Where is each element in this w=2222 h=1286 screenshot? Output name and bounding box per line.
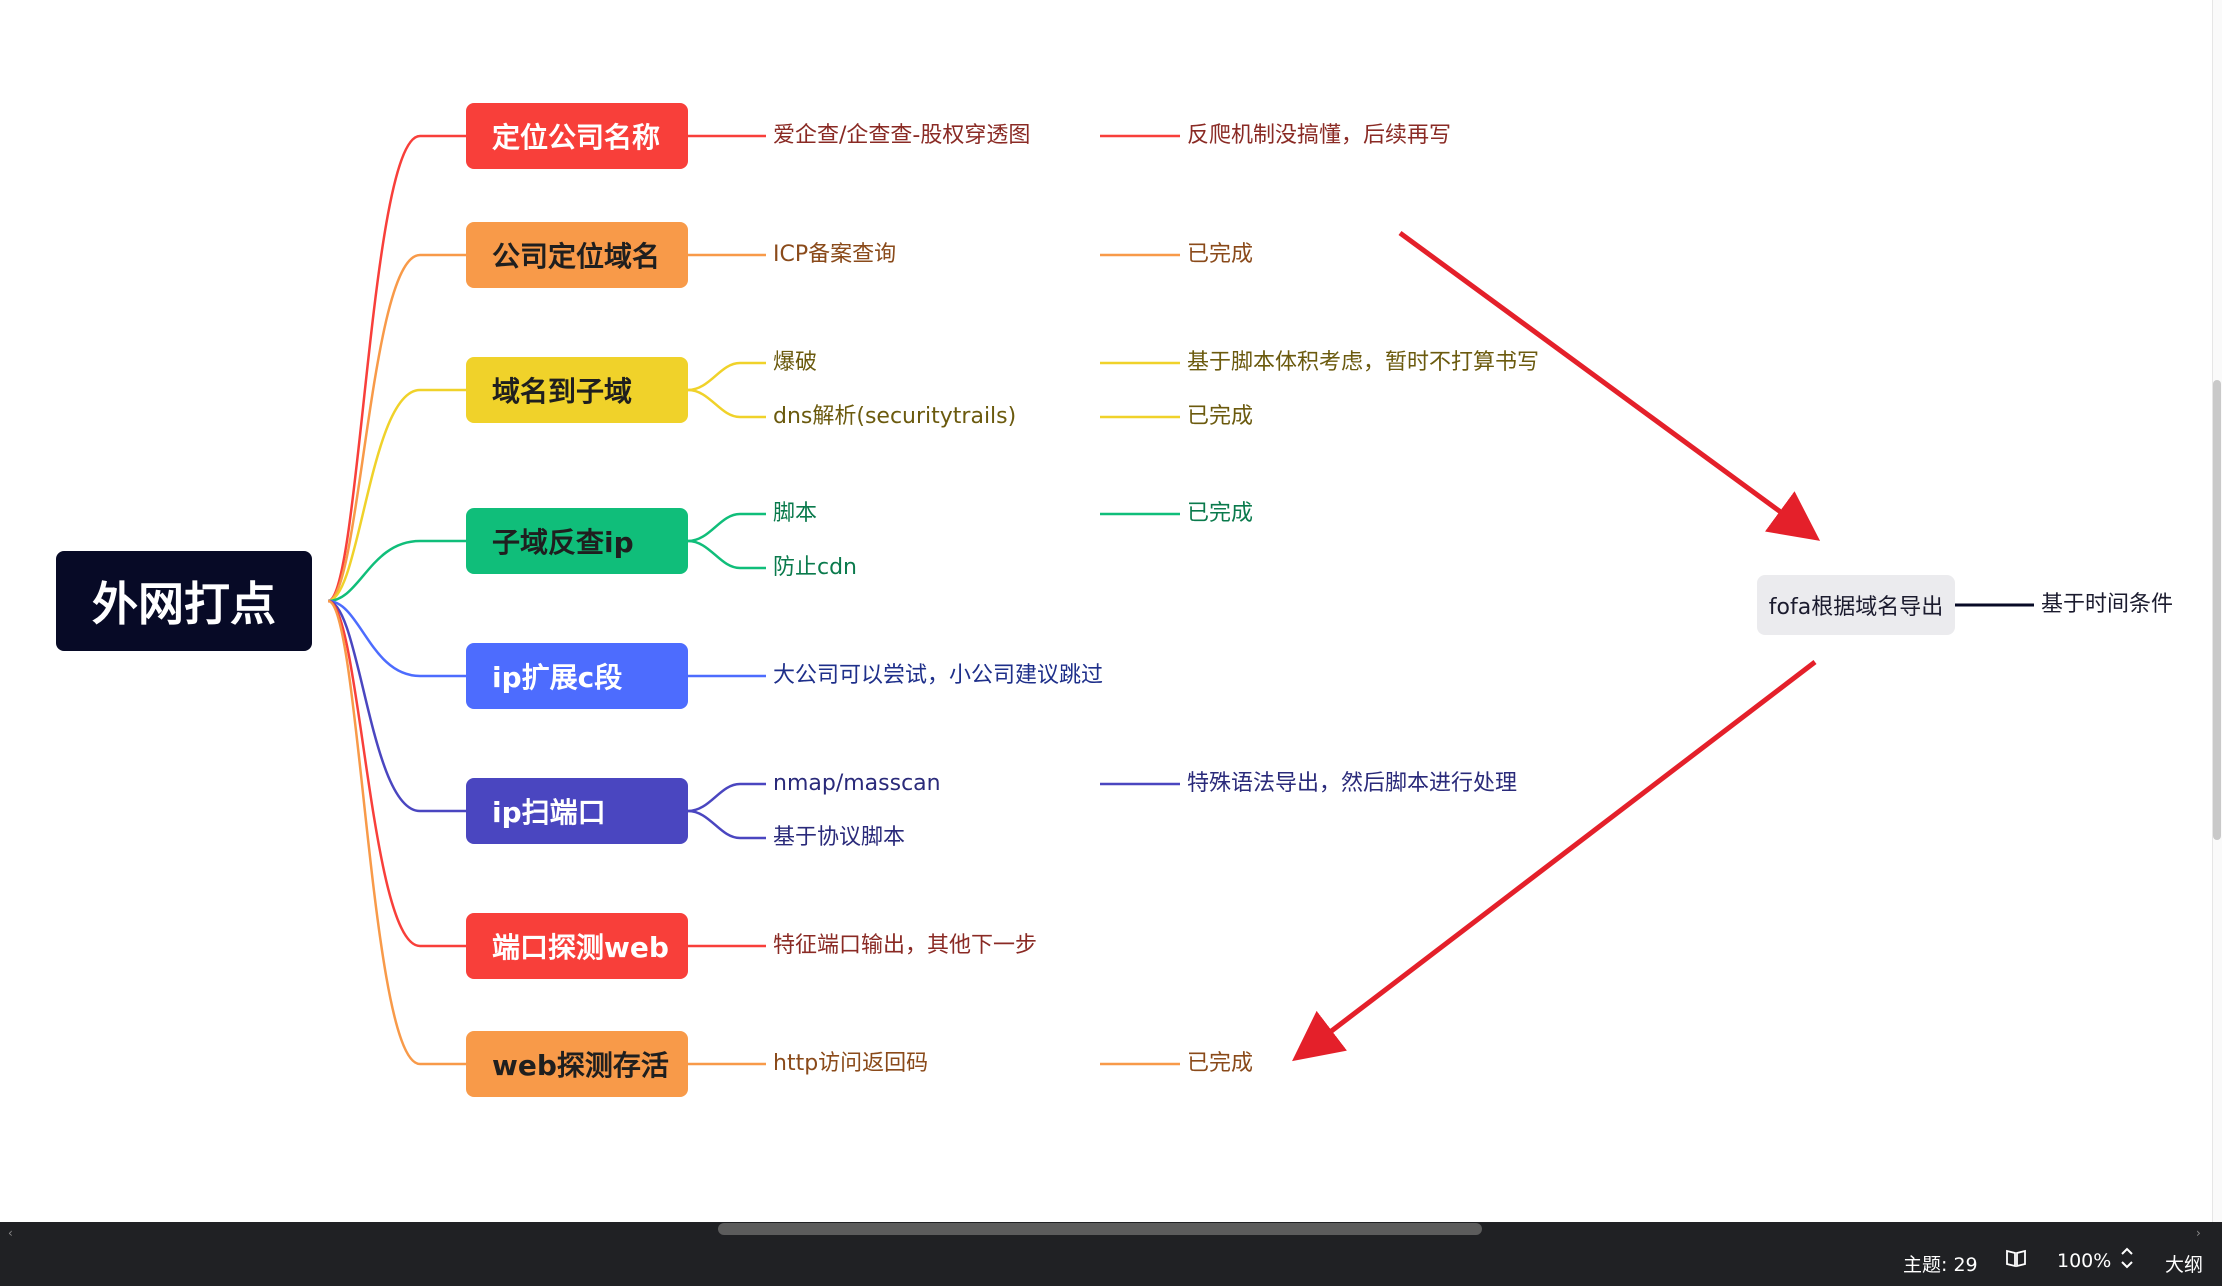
connector-root-b6 <box>327 599 466 948</box>
connector-root-b0 <box>327 134 466 603</box>
leaf-nmap[interactable]: nmap/masscan <box>773 773 941 795</box>
connector-b3-l1 <box>687 539 766 570</box>
leaf-anti-cdn[interactable]: 防止cdn <box>773 557 857 579</box>
connector-root-b1 <box>327 253 466 603</box>
root-node[interactable]: 外网打点 <box>56 551 312 651</box>
branch-node-ip-c-segment[interactable]: ip扩展c段 <box>466 643 688 709</box>
chevron-updown-icon[interactable] <box>2118 1244 2136 1277</box>
leaf-time-condition[interactable]: 基于时间条件 <box>2041 594 2173 616</box>
book-icon[interactable] <box>2004 1246 2028 1275</box>
leaf-note-done-dns[interactable]: 已完成 <box>1187 406 1253 428</box>
floating-node-fofa[interactable]: fofa根据域名导出 <box>1757 575 1955 635</box>
status-bar: 主题: 29 100% 大纲 <box>0 1236 2222 1286</box>
connector-root-b5 <box>327 599 466 813</box>
connector-b5-l0 <box>687 782 766 813</box>
branch-node-company-domain[interactable]: 公司定位域名 <box>466 222 688 288</box>
leaf-note-done-icp[interactable]: 已完成 <box>1187 244 1253 266</box>
branch-node-web-alive[interactable]: web探测存活 <box>466 1031 688 1097</box>
branch-node-locate-company[interactable]: 定位公司名称 <box>466 103 688 169</box>
leaf-dns[interactable]: dns解析(securitytrails) <box>773 406 1016 428</box>
leaf-feature-port[interactable]: 特征端口输出，其他下一步 <box>773 935 1037 957</box>
branch-node-port-web[interactable]: 端口探测web <box>466 913 688 979</box>
red-arrow-down-right <box>1398 230 1821 541</box>
leaf-note-script-size[interactable]: 基于脚本体积考虑，暂时不打算书写 <box>1187 352 1539 374</box>
mindmap-canvas <box>327 134 2034 1066</box>
connector-b2-l0 <box>687 361 766 392</box>
connector-root-b2 <box>327 388 466 603</box>
connector-b2-l1 <box>687 388 766 419</box>
leaf-note-done-script[interactable]: 已完成 <box>1187 503 1253 525</box>
zoom-level[interactable]: 100% <box>2057 1250 2111 1272</box>
leaf-aiqicha[interactable]: 爱企查/企查查-股权穿透图 <box>773 125 1030 147</box>
branch-node-domain-subdomain[interactable]: 域名到子域 <box>466 357 688 423</box>
outline-button[interactable]: 大纲 <box>2165 1250 2203 1277</box>
branch-node-ip-port-scan[interactable]: ip扫端口 <box>466 778 688 844</box>
leaf-note-anticrawl[interactable]: 反爬机制没搞懂，后续再写 <box>1187 125 1451 147</box>
connector-b5-l1 <box>687 809 766 840</box>
leaf-note-done-http[interactable]: 已完成 <box>1187 1053 1253 1075</box>
leaf-script[interactable]: 脚本 <box>773 503 817 525</box>
horizontal-scroll-thumb[interactable] <box>718 1223 1482 1235</box>
leaf-bruteforce[interactable]: 爆破 <box>773 352 817 374</box>
connector-b3-l0 <box>687 512 766 543</box>
leaf-big-company[interactable]: 大公司可以尝试，小公司建议跳过 <box>773 665 1103 687</box>
leaf-icp[interactable]: ICP备案查询 <box>773 244 896 266</box>
leaf-note-special-syntax[interactable]: 特殊语法导出，然后脚本进行处理 <box>1187 773 1517 795</box>
red-arrow-down-left <box>1292 660 1817 1062</box>
leaf-protocol-script[interactable]: 基于协议脚本 <box>773 827 905 849</box>
branch-node-subdomain-ip[interactable]: 子域反查ip <box>466 508 688 574</box>
topic-count: 主题: 29 <box>1903 1254 1978 1276</box>
vertical-scroll-thumb[interactable] <box>2213 380 2221 840</box>
leaf-http-code[interactable]: http访问返回码 <box>773 1053 928 1075</box>
